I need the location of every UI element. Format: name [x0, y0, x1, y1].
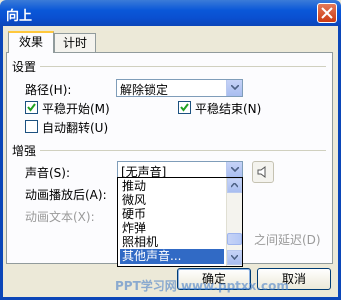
- checkmark-icon: [180, 103, 189, 112]
- chevron-down-icon: [231, 255, 238, 260]
- smooth-start-label: 平稳开始(M): [42, 102, 110, 116]
- smooth-end-checkbox[interactable]: [178, 101, 191, 114]
- sound-option[interactable]: 照相机: [120, 235, 224, 250]
- checkmark-icon: [27, 103, 36, 112]
- sound-option[interactable]: 推动: [120, 179, 224, 194]
- sound-option[interactable]: 微风: [120, 193, 224, 208]
- sound-dropdown-list: 推动 微风 硬币 炸弹 照相机 其他声音...: [117, 177, 243, 267]
- path-dropdown-button[interactable]: [226, 80, 242, 96]
- tab-effect-label: 效果: [18, 35, 43, 49]
- smooth-end-label: 平稳结束(N): [195, 102, 262, 116]
- scroll-down-button[interactable]: [227, 250, 242, 265]
- path-value: 解除锁定: [120, 83, 169, 97]
- smooth-start-checkbox[interactable]: [25, 101, 38, 114]
- close-button[interactable]: [317, 3, 337, 23]
- animate-text-label: 动画文本(X):: [25, 210, 95, 224]
- sound-volume-button[interactable]: [252, 161, 274, 183]
- delay-between-label: 之间延迟(D): [254, 233, 321, 247]
- path-label: 路径(H):: [25, 83, 72, 97]
- close-icon: [321, 7, 333, 19]
- tab-timing-label: 计时: [62, 36, 87, 50]
- settings-section-label: 设置: [12, 60, 37, 74]
- chevron-up-icon: [231, 183, 238, 188]
- path-combo[interactable]: 解除锁定: [116, 79, 243, 97]
- speaker-icon: [257, 166, 266, 178]
- window-title: 向上: [6, 9, 33, 24]
- chevron-down-icon: [231, 167, 239, 172]
- watermark: PPT学习网 www.pptxx.com: [115, 279, 289, 293]
- sound-dropdown-button[interactable]: [226, 162, 242, 178]
- scroll-up-button[interactable]: [227, 178, 242, 193]
- auto-reverse-label: 自动翻转(U): [42, 121, 109, 135]
- enhance-divider: [40, 150, 326, 151]
- scroll-thumb[interactable]: [227, 233, 242, 245]
- settings-divider: [40, 66, 326, 67]
- list-scrollbar[interactable]: [226, 178, 242, 266]
- auto-reverse-checkbox[interactable]: [25, 120, 38, 133]
- after-animation-label: 动画播放后(A):: [25, 188, 107, 202]
- sound-label: 声音(S):: [25, 166, 71, 180]
- chevron-down-icon: [231, 85, 239, 90]
- sound-option-selected[interactable]: 其他声音...: [120, 249, 224, 264]
- tab-timing[interactable]: 计时: [54, 33, 96, 52]
- window-frame-left: [0, 26, 3, 300]
- title-bar: 向上: [0, 0, 341, 26]
- enhance-section-label: 增强: [12, 144, 37, 158]
- sound-option[interactable]: 炸弹: [120, 221, 224, 236]
- animation-effect-dialog: 向上 效果 计时 设置 路径(H): 解除锁定 平稳开始(M) 平稳结束(N): [0, 0, 341, 300]
- tab-effect[interactable]: 效果: [8, 31, 54, 53]
- sound-option[interactable]: 硬币: [120, 207, 224, 222]
